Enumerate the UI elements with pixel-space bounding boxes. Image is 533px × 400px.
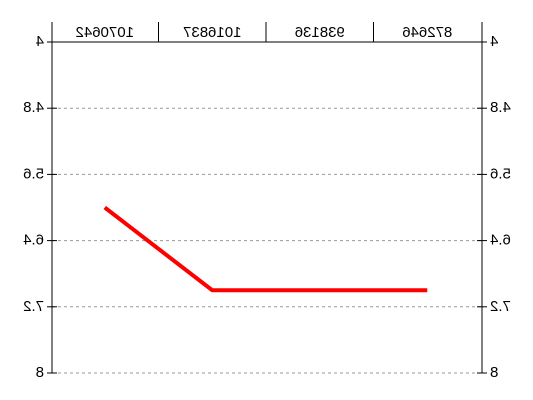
y-tick-label-left: 4.8 <box>23 99 44 116</box>
y-tick-label-right: 7.2 <box>490 298 511 315</box>
y-tick-label-left: 8 <box>36 364 44 381</box>
chart-container: 4 4 4.8 4.8 5.6 5.6 6.4 6.4 7.2 7.2 8 8 872646 938136… <box>0 0 533 400</box>
x-tick-label: 1016837 <box>183 24 241 41</box>
y-tick-label-right: 8 <box>490 364 498 381</box>
y-tick-label-left: 5.6 <box>23 165 44 182</box>
y-tick-label-left: 7.2 <box>23 298 44 315</box>
series-line <box>103 205 428 293</box>
y-tick-label-right: 6.4 <box>490 232 511 249</box>
y-tick-label-left: 6.4 <box>23 232 44 249</box>
line-chart: 4 4 4.8 4.8 5.6 5.6 6.4 6.4 7.2 7.2 8 8 872646 938136… <box>23 22 511 381</box>
x-tick-label: 938136 <box>295 24 345 41</box>
y-tick-label-right: 4.8 <box>490 99 511 116</box>
y-tick-label-right: 4 <box>490 33 498 50</box>
plot-layer: 4 4 4.8 4.8 5.6 5.6 6.4 6.4 7.2 7.2 8 8 872646 938136… <box>23 22 511 381</box>
y-tick-label-left: 4 <box>36 33 44 50</box>
x-tick-label: 1070642 <box>76 24 134 41</box>
x-tick-label: 872646 <box>402 24 452 41</box>
y-tick-label-right: 5.6 <box>490 165 511 182</box>
